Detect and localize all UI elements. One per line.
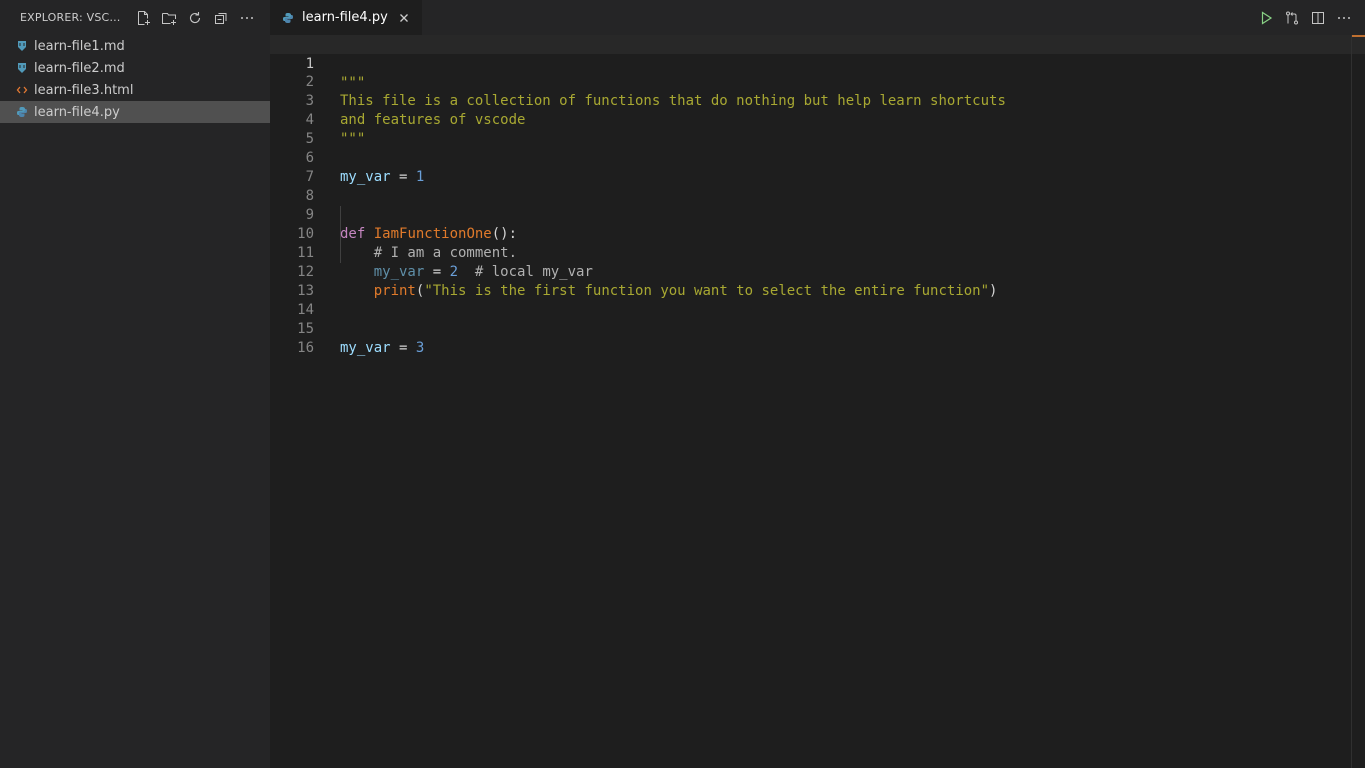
- markdown-icon: [15, 39, 29, 53]
- new-folder-icon[interactable]: [156, 7, 182, 29]
- code-line[interactable]: 14: [270, 282, 1365, 318]
- more-actions-icon[interactable]: [1333, 7, 1355, 29]
- run-icon[interactable]: [1255, 7, 1277, 29]
- file-item-learn-file1-md[interactable]: learn-file1.md: [0, 35, 270, 57]
- editor-area: learn-file4.py 1 """ 2 This file is a co…: [270, 0, 1365, 768]
- explorer-sidebar: EXPLORER: VSCO... learn-file1.md learn-f…: [0, 0, 270, 768]
- code-line[interactable]: 4 """: [270, 92, 1365, 147]
- operator-token: =: [390, 340, 416, 356]
- tab-label: learn-file4.py: [302, 10, 388, 25]
- code-editor[interactable]: 1 """ 2 This file is a collection of fun…: [270, 35, 1365, 768]
- new-file-icon[interactable]: [130, 7, 156, 29]
- more-actions-icon[interactable]: [234, 7, 260, 29]
- number-token: 3: [415, 340, 425, 356]
- markdown-icon: [15, 61, 29, 75]
- overview-ruler[interactable]: [1351, 35, 1365, 768]
- file-item-learn-file4-py[interactable]: learn-file4.py: [0, 101, 270, 123]
- file-label: learn-file1.md: [34, 38, 125, 54]
- code-line[interactable]: 13: [270, 263, 1365, 299]
- explorer-title: EXPLORER: VSCO...: [20, 11, 124, 24]
- python-icon: [282, 11, 296, 25]
- code-line[interactable]: 12 print("This is the first function you…: [270, 244, 1365, 299]
- explorer-header: EXPLORER: VSCO...: [0, 0, 270, 35]
- explorer-actions: [130, 7, 260, 29]
- variable-token: my_var: [340, 340, 391, 356]
- code-line[interactable]: 1 """: [270, 35, 1365, 91]
- code-line[interactable]: 9 def IamFunctionOne():: [270, 187, 1365, 242]
- code-line[interactable]: 16: [270, 320, 1365, 356]
- python-icon: [15, 105, 29, 119]
- refresh-icon[interactable]: [182, 7, 208, 29]
- tab-learn-file4-py[interactable]: learn-file4.py: [270, 0, 423, 35]
- cursor-position-marker: [1352, 35, 1365, 37]
- code-line[interactable]: 10 # I am a comment.: [270, 206, 1365, 261]
- collapse-all-icon[interactable]: [208, 7, 234, 29]
- code-line[interactable]: 6 my_var = 1: [270, 130, 1365, 185]
- code-line[interactable]: 5: [270, 111, 1365, 147]
- line-number: 16: [297, 340, 314, 356]
- code-line[interactable]: 15 my_var = 3: [270, 301, 1365, 356]
- close-icon[interactable]: [396, 10, 412, 26]
- split-editor-icon[interactable]: [1307, 7, 1329, 29]
- code-line[interactable]: 8: [270, 168, 1365, 204]
- html-icon: [15, 83, 29, 97]
- code-line[interactable]: 7: [270, 149, 1365, 185]
- file-label: learn-file4.py: [34, 104, 120, 120]
- file-label: learn-file3.html: [34, 82, 134, 98]
- code-line[interactable]: 3 and features of vscode: [270, 73, 1365, 128]
- file-tree: learn-file1.md learn-file2.md learn-file…: [0, 35, 270, 123]
- code-line[interactable]: 11 my_var = 2 # local my_var: [270, 225, 1365, 280]
- file-label: learn-file2.md: [34, 60, 125, 76]
- file-item-learn-file2-md[interactable]: learn-file2.md: [0, 57, 270, 79]
- tab-bar: learn-file4.py: [270, 0, 1365, 35]
- open-changes-icon[interactable]: [1281, 7, 1303, 29]
- editor-actions: [1255, 0, 1355, 35]
- file-item-learn-file3-html[interactable]: learn-file3.html: [0, 79, 270, 101]
- code-line[interactable]: 2 This file is a collection of functions…: [270, 54, 1365, 109]
